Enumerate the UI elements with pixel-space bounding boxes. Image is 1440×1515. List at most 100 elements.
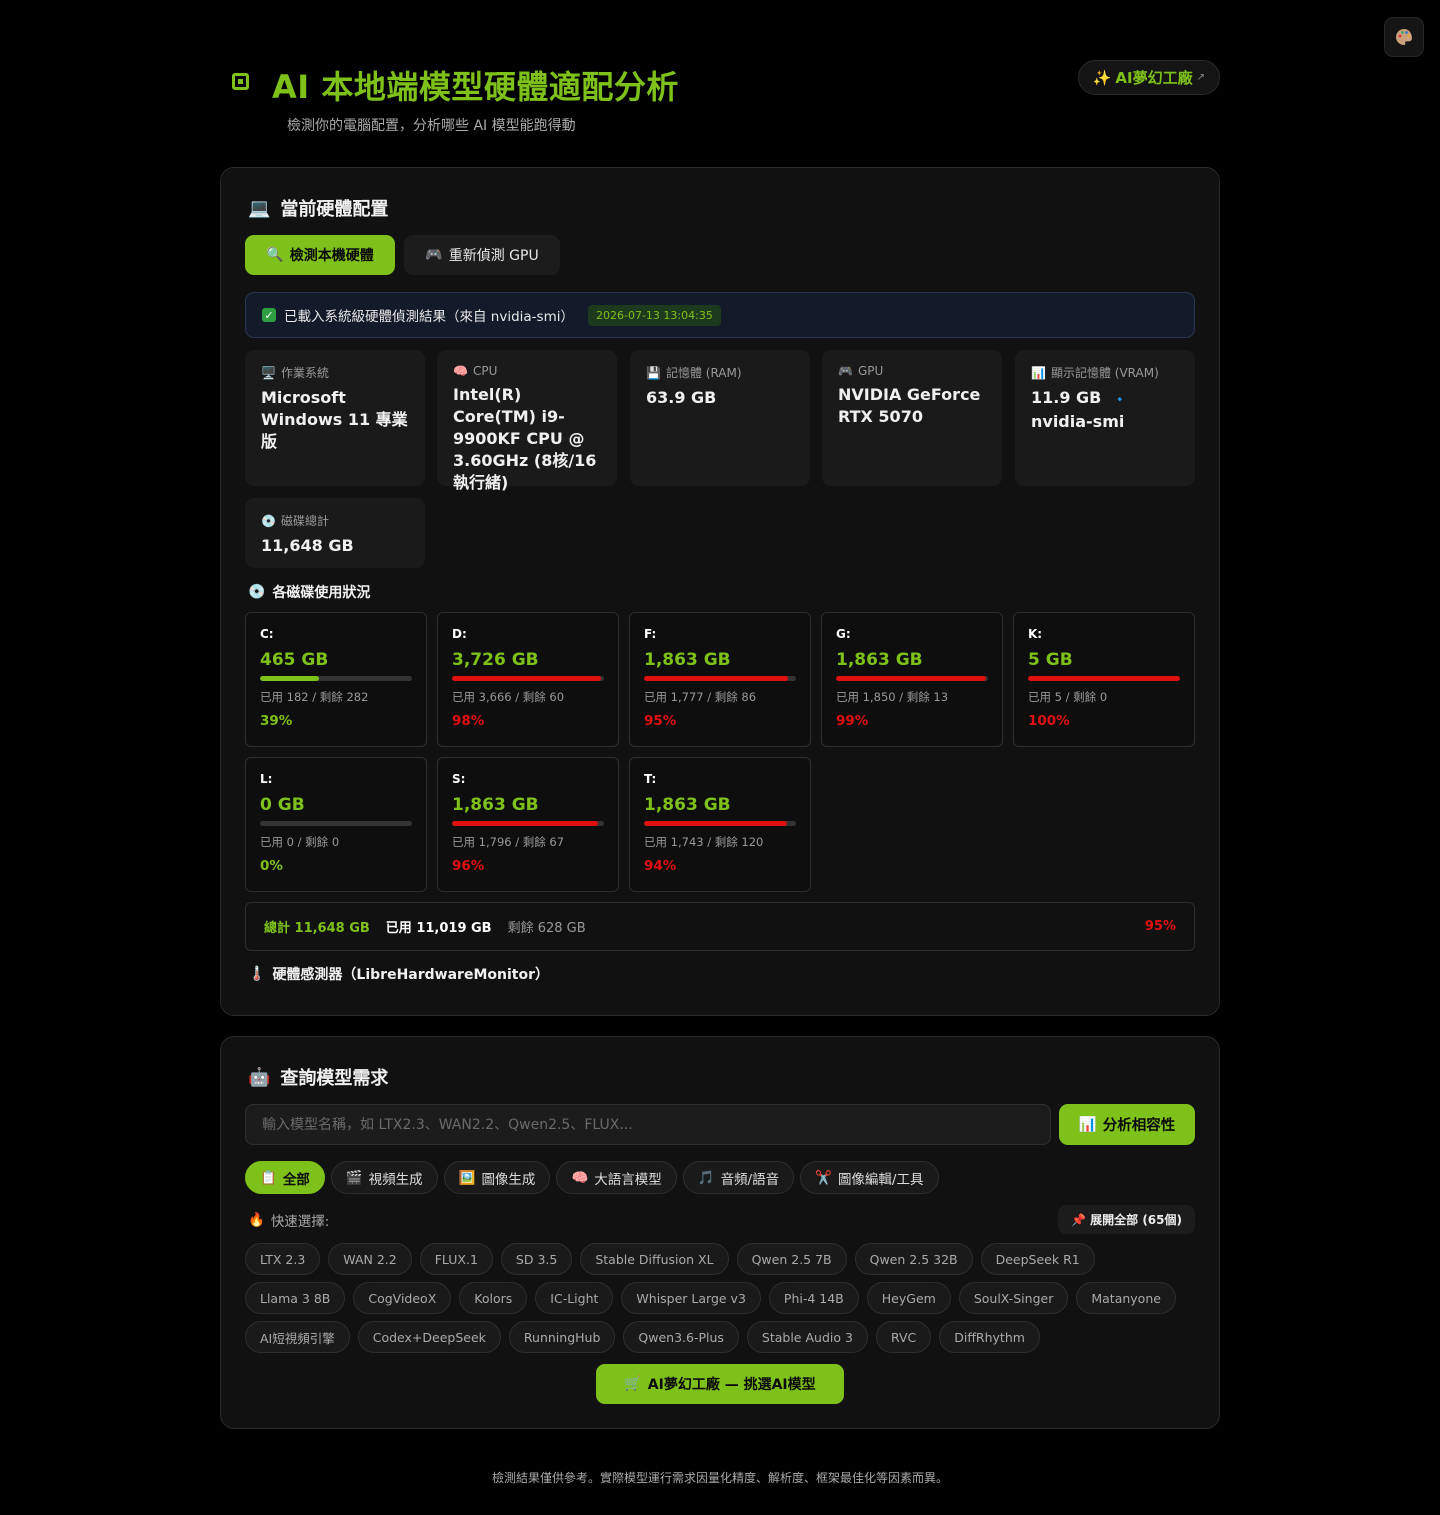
disk-card-f: F: 1,863 GB 已用 1,777 / 剩餘 86 95%: [629, 612, 811, 747]
disk-usage-text: 已用 1,850 / 剩餘 13: [836, 690, 949, 704]
disk-usage-bar: [836, 676, 988, 681]
disk-total: 0 GB: [260, 795, 305, 815]
quick-select-chip[interactable]: DeepSeek R1: [980, 1243, 1095, 1275]
quick-select-chip[interactable]: AI短視頻引擎: [245, 1321, 350, 1353]
quick-select-chip[interactable]: HeyGem: [866, 1282, 951, 1314]
quick-select-chip[interactable]: DiffRhythm: [939, 1321, 1040, 1353]
quick-select-chip[interactable]: LTX 2.3: [245, 1243, 321, 1275]
disk-total: 465 GB: [260, 650, 329, 670]
fire-icon: 🔥: [248, 1212, 265, 1228]
model-search-input[interactable]: [245, 1104, 1051, 1145]
quick-select-chip[interactable]: Codex+DeepSeek: [357, 1321, 501, 1353]
quick-select-chip[interactable]: Kolors: [459, 1282, 528, 1314]
sensor-section-toggle[interactable]: 🌡️ 硬體感測器（LibreHardwareMonitor）: [248, 964, 549, 984]
quick-select-chip[interactable]: Qwen3.6-Plus: [623, 1321, 739, 1353]
sparkles-icon: ✨: [1092, 68, 1112, 87]
quick-select-chips: LTX 2.3 WAN 2.2 FLUX.1 SD 3.5 Stable Diffusi…: [245, 1243, 1185, 1353]
quick-select-label: 🔥 快速選擇:: [248, 1212, 330, 1230]
theme-toggle-button[interactable]: [1384, 17, 1424, 57]
disk-card-l: L: 0 GB 已用 0 / 剩餘 0 0%: [245, 757, 427, 892]
quick-select-chip[interactable]: Qwen 2.5 7B: [736, 1243, 847, 1275]
expand-all-button[interactable]: 📌 展開全部 (65個): [1058, 1205, 1195, 1234]
brain-icon: 🧠: [571, 1169, 589, 1186]
cart-icon: 🛒: [624, 1376, 642, 1392]
disk-card-g: G: 1,863 GB 已用 1,850 / 剩餘 13 99%: [821, 612, 1003, 747]
page-title: AI 本地端模型硬體適配分析: [272, 68, 679, 106]
disc-icon: 💿: [248, 584, 266, 600]
music-icon: 🎵: [697, 1169, 715, 1186]
info-card-gpu: 🎮 GPU NVIDIA GeForce RTX 5070: [822, 350, 1002, 486]
disk-percent: 95%: [644, 713, 677, 729]
disk-name: C:: [260, 627, 274, 641]
quick-select-chip[interactable]: RunningHub: [508, 1321, 616, 1353]
ai-dream-factory-link[interactable]: ✨ AI夢幻工廠 ↗: [1077, 60, 1220, 95]
disk-usage-text: 已用 1,777 / 剩餘 86: [644, 690, 757, 704]
disk-percent: 99%: [836, 713, 869, 729]
disk-card-t: T: 1,863 GB 已用 1,743 / 剩餘 120 94%: [629, 757, 811, 892]
pin-icon: 📌: [1071, 1212, 1087, 1227]
quick-select-chip[interactable]: SoulX-Singer: [958, 1282, 1069, 1314]
quick-select-chip[interactable]: Qwen 2.5 32B: [854, 1243, 973, 1275]
disk-total: 1,863 GB: [836, 650, 923, 670]
info-card-cpu: 🧠 CPU Intel(R) Core(TM) i9-9900KF CPU @ 3…: [437, 350, 617, 492]
page-subtitle: 檢測你的電腦配置，分析哪些 AI 模型能跑得動: [287, 118, 576, 134]
disk-name: L:: [260, 772, 273, 786]
quick-select-chip[interactable]: Stable Audio 3: [746, 1321, 868, 1353]
disk-card-k: K: 5 GB 已用 5 / 剩餘 0 100%: [1013, 612, 1195, 747]
disk-name: K:: [1028, 627, 1043, 641]
scissors-icon: ✂️: [815, 1169, 832, 1186]
tab-audio[interactable]: 🎵 音頻/語音: [682, 1161, 795, 1194]
quick-select-chip[interactable]: RVC: [875, 1321, 932, 1353]
category-tabs: 📋 全部 🎬 視頻生成 🖼️ 圖像生成 🧠 大語言模型 🎵 音頻/語音 ✂️ 圖像編輯/工具: [245, 1161, 939, 1194]
disk-usage-bar: [260, 821, 412, 826]
status-text: 已載入系統級硬體偵測結果（來自 nvidia-smi）: [284, 309, 574, 325]
clapper-icon: 🎬: [345, 1169, 363, 1186]
disk-usage-bar: [452, 676, 604, 681]
disk-name: S:: [452, 772, 466, 786]
tab-video-generation[interactable]: 🎬 視頻生成: [330, 1161, 438, 1194]
query-section-title: 🤖 查詢模型需求: [248, 1066, 389, 1090]
chip-icon: [232, 73, 249, 90]
status-timestamp: 2026-07-13 13:04:35: [588, 304, 721, 326]
tab-image-generation[interactable]: 🖼️ 圖像生成: [443, 1161, 551, 1194]
tab-llm[interactable]: 🧠 大語言模型: [556, 1161, 677, 1194]
analyze-compatibility-button[interactable]: 📊 分析相容性: [1059, 1104, 1195, 1145]
ai-dream-factory-button[interactable]: 🛒 AI夢幻工廠 — 挑選AI模型: [596, 1364, 844, 1404]
quick-select-chip[interactable]: FLUX.1: [419, 1243, 493, 1275]
redetect-gpu-button[interactable]: 🎮 重新偵測 GPU: [404, 235, 560, 275]
summary-used: 已用 11,019 GB: [385, 921, 492, 936]
quick-select-chip[interactable]: CogVideoX: [353, 1282, 452, 1314]
quick-select-chip[interactable]: WAN 2.2: [328, 1243, 412, 1275]
disk-card-d: D: 3,726 GB 已用 3,666 / 剩餘 60 98%: [437, 612, 619, 747]
quick-select-chip[interactable]: Phi-4 14B: [768, 1282, 859, 1314]
gamepad-icon: 🎮: [838, 364, 853, 378]
disk-total: 5 GB: [1028, 650, 1073, 670]
tab-all[interactable]: 📋 全部: [245, 1161, 325, 1194]
footer-disclaimer: 檢測結果僅供參考。實際模型運行需求因量化精度、解析度、框架最佳化等因素而異。: [491, 1471, 948, 1485]
quick-select-chip[interactable]: Stable Diffusion XL: [580, 1243, 729, 1275]
quick-select-chip[interactable]: IC-Light: [535, 1282, 614, 1314]
hardware-panel: 💻 當前硬體配置 🔍 檢測本機硬體 🎮 重新偵測 GPU ✓ 已載入系統級硬體偵…: [220, 167, 1220, 1016]
disk-summary: 總計 11,648 GB 已用 11,019 GB 剩餘 628 GB 95%: [245, 902, 1195, 951]
quick-select-chip[interactable]: Whisper Large v3: [621, 1282, 761, 1314]
info-card-ram: 💾 記憶體 (RAM) 63.9 GB: [630, 350, 810, 486]
external-link-icon: ↗: [1196, 72, 1205, 83]
quick-select-chip[interactable]: SD 3.5: [500, 1243, 573, 1275]
info-card-disk-total: 💿 磁碟總計 11,648 GB: [245, 498, 425, 568]
detection-status-bar: ✓ 已載入系統級硬體偵測結果（來自 nvidia-smi） 2026-07-13…: [245, 292, 1195, 338]
disk-card-s: S: 1,863 GB 已用 1,796 / 剩餘 67 96%: [437, 757, 619, 892]
quick-select-chip[interactable]: Matanyone: [1076, 1282, 1176, 1314]
quick-select-chip[interactable]: Llama 3 8B: [245, 1282, 346, 1314]
disk-usage-text: 已用 5 / 剩餘 0: [1028, 690, 1108, 704]
detect-hardware-button[interactable]: 🔍 檢測本機硬體: [245, 235, 395, 275]
disk-usage-bar: [644, 821, 796, 826]
disk-usage-bar: [260, 676, 412, 681]
disk-percent: 39%: [260, 713, 293, 729]
disk-card-c: C: 465 GB 已用 182 / 剩餘 282 39%: [245, 612, 427, 747]
summary-percent: 95%: [1144, 919, 1176, 934]
tab-image-editing[interactable]: ✂️ 圖像編輯/工具: [800, 1161, 939, 1194]
dream-link-label: AI夢幻工廠: [1115, 69, 1193, 87]
palette-icon: [1396, 29, 1412, 45]
image-icon: 🖼️: [458, 1169, 476, 1186]
disk-total-value: 11,648 GB: [261, 536, 354, 555]
